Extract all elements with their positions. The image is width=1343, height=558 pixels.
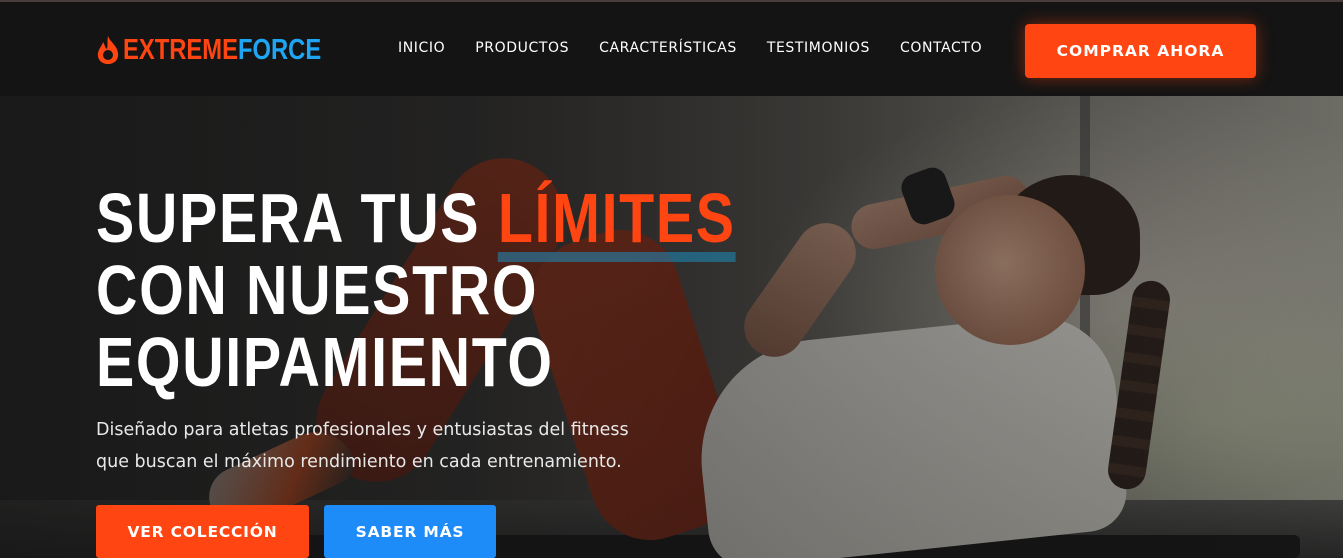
nav-link-caracteristicas[interactable]: CARACTERÍSTICAS [599,40,737,56]
buy-now-button[interactable]: COMPRAR AHORA [1025,24,1256,78]
headline-text: SUPERA TUS [96,179,481,257]
nav-link-testimonios[interactable]: TESTIMONIOS [767,40,870,56]
nav-link-contacto[interactable]: CONTACTO [900,40,982,56]
brand-logo[interactable]: EXTREMEFORCE [95,32,365,68]
headline-line-3: EQUIPAMIENTO [96,323,554,401]
view-collection-button[interactable]: VER COLECCIÓN [96,505,309,558]
main-navigation: INICIO PRODUCTOS CARACTERÍSTICAS TESTIMO… [398,40,1012,56]
learn-more-button[interactable]: SABER MÁS [324,505,496,558]
nav-link-inicio[interactable]: INICIO [398,40,445,56]
hero-subtitle: Diseñado para atletas profesionales y en… [96,414,716,478]
headline-line-1: SUPERA TUS LÍMITES [96,179,736,262]
subtitle-line-1: Diseñado para atletas profesionales y en… [96,420,629,440]
navbar: EXTREMEFORCE INICIO PRODUCTOS CARACTERÍS… [0,0,1343,96]
headline-line-2: CON NUESTRO [96,251,539,329]
flame-icon [95,35,121,65]
headline-accent: LÍMITES [497,179,736,262]
subtitle-line-2: que buscan el máximo rendimiento en cada… [96,452,622,472]
nav-link-productos[interactable]: PRODUCTOS [475,40,569,56]
brand-name: EXTREMEFORCE [123,34,321,67]
hero-headline: SUPERA TUS LÍMITES CON NUESTRO EQUIPAMIE… [96,182,736,398]
brand-name-part2: FORCE [237,33,322,66]
brand-name-part1: EXTREME [123,33,238,66]
